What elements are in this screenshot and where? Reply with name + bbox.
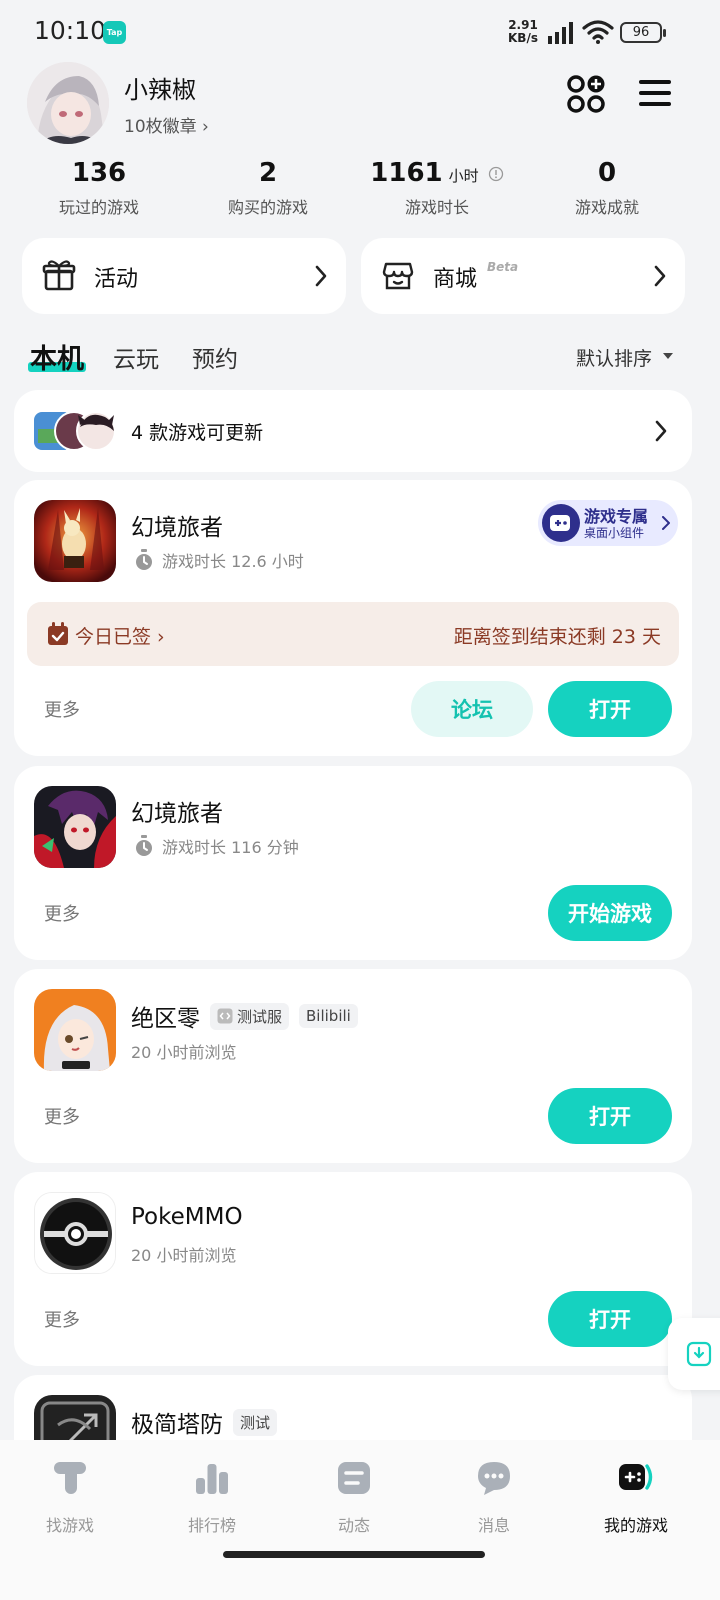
tab-reserve[interactable]: 预约	[192, 340, 238, 374]
nav-ranking[interactable]: 排行榜	[152, 1458, 272, 1536]
avatar[interactable]	[27, 62, 109, 144]
feed-icon	[338, 1462, 370, 1494]
stat-play-time[interactable]: 1161 小时 游戏时长	[352, 158, 522, 218]
game-last-viewed: 20 小时前浏览	[131, 1043, 237, 1062]
message-icon	[478, 1462, 510, 1495]
chevron-right-icon	[654, 265, 666, 287]
open-button[interactable]: 打开	[548, 681, 672, 737]
home-indicator[interactable]	[223, 1551, 485, 1558]
chevron-right-icon	[655, 420, 667, 442]
stat-purchased-games[interactable]: 2 购买的游戏	[183, 158, 353, 218]
test-tag: 测试	[233, 1408, 278, 1436]
open-button[interactable]: 打开	[548, 1088, 672, 1144]
shop-icon	[382, 262, 414, 290]
info-icon[interactable]	[488, 166, 504, 182]
menu-icon[interactable]	[638, 78, 672, 108]
activity-label: 活动	[94, 267, 139, 292]
nav-feed[interactable]: 动态	[294, 1458, 414, 1536]
timer-icon	[136, 835, 152, 856]
stat-played-games[interactable]: 136 玩过的游戏	[14, 158, 184, 218]
game-title: 幻境旅者	[131, 515, 223, 541]
checkin-countdown: 距离签到结束还剩 23 天	[453, 626, 661, 648]
chevron-right-icon	[662, 516, 670, 530]
game-playtime: 游戏时长 12.6 小时	[134, 548, 304, 572]
channel-tag: Bilibili	[299, 1004, 358, 1028]
beta-label: Beta	[487, 260, 519, 274]
activity-card[interactable]: 活动	[22, 238, 346, 314]
shop-card[interactable]: 商城 Beta	[361, 238, 685, 314]
game-card[interactable]: 幻境旅者 游戏时长 116 分钟 更多 开始游戏	[14, 766, 692, 960]
game-title-row: 绝区零 测试服 Bilibili	[131, 999, 358, 1033]
tab-local[interactable]: 本机	[30, 337, 84, 376]
test-server-tag: 测试服	[210, 1002, 290, 1030]
start-game-button[interactable]: 开始游戏	[548, 885, 672, 941]
find-games-icon	[54, 1462, 86, 1494]
update-game-thumbnails	[34, 411, 116, 451]
game-icon[interactable]	[34, 786, 116, 868]
desktop-widget-button[interactable]: 游戏专属 桌面小组件	[538, 500, 678, 546]
more-button[interactable]: 更多	[44, 1103, 80, 1129]
game-title-row: 极简塔防 测试	[131, 1405, 278, 1439]
nav-find-games[interactable]: 找游戏	[10, 1458, 130, 1536]
more-button[interactable]: 更多	[44, 1306, 80, 1332]
game-card[interactable]: PokeMMO 20 小时前浏览 更多 打开	[14, 1172, 692, 1366]
username[interactable]: 小辣椒	[124, 70, 196, 105]
chevron-right-icon	[315, 265, 327, 287]
gift-icon	[42, 260, 76, 291]
forum-button[interactable]: 论坛	[411, 681, 533, 737]
nav-my-games[interactable]: 我的游戏	[576, 1458, 696, 1536]
game-icon[interactable]	[34, 989, 116, 1071]
update-banner[interactable]: 4 款游戏可更新	[14, 390, 692, 472]
open-button[interactable]: 打开	[548, 1291, 672, 1347]
shop-label: 商城	[433, 267, 478, 292]
game-last-viewed: 20 小时前浏览	[131, 1246, 237, 1265]
avatar-image	[27, 62, 109, 144]
game-playtime: 游戏时长 116 分钟	[134, 834, 299, 858]
tab-cloud[interactable]: 云玩	[113, 340, 159, 374]
widget-subtitle: 桌面小组件	[584, 526, 645, 540]
battery-indicator: 96	[620, 22, 666, 43]
game-card[interactable]: 绝区零 测试服 Bilibili 20 小时前浏览 更多 打开	[14, 969, 692, 1163]
more-button[interactable]: 更多	[44, 900, 80, 926]
floating-download-button[interactable]	[668, 1318, 720, 1390]
ranking-icon	[196, 1464, 228, 1494]
status-time: 10:10	[34, 16, 107, 45]
wifi-icon	[582, 20, 614, 44]
my-games-icon	[619, 1464, 653, 1490]
sort-dropdown[interactable]: 默认排序	[576, 344, 652, 371]
game-card[interactable]: 幻境旅者 游戏时长 12.6 小时 游戏专属 桌面小组件 今日已签 › 距离签到…	[14, 480, 692, 756]
signal-icon	[548, 22, 573, 44]
tap-app-icon: Tap	[103, 21, 126, 44]
gamepad-icon	[542, 504, 580, 542]
game-title: PokeMMO	[131, 1204, 243, 1230]
stat-achievements[interactable]: 0 游戏成就	[522, 158, 692, 218]
update-text: 4 款游戏可更新	[131, 422, 264, 444]
calendar-check-icon	[48, 622, 68, 645]
code-icon	[217, 1008, 233, 1024]
badges-link[interactable]: 10枚徽章 ›	[124, 112, 209, 137]
game-icon[interactable]	[34, 500, 116, 582]
download-icon	[686, 1341, 712, 1367]
caret-down-icon	[663, 353, 673, 359]
game-icon[interactable]	[34, 1192, 116, 1274]
timer-icon	[136, 549, 152, 570]
checkin-status: 今日已签 ›	[75, 626, 165, 648]
game-title: 极简塔防	[131, 1412, 223, 1438]
nav-messages[interactable]: 消息	[434, 1458, 554, 1536]
network-speed: 2.91 KB/s	[508, 18, 538, 45]
checkin-banner[interactable]: 今日已签 › 距离签到结束还剩 23 天	[27, 602, 679, 666]
game-title: 幻境旅者	[131, 801, 223, 827]
bottom-nav: 找游戏 排行榜 动态 消息 我的游戏	[0, 1440, 720, 1600]
more-button[interactable]: 更多	[44, 696, 80, 722]
add-apps-icon[interactable]	[566, 74, 606, 114]
game-title: 绝区零	[131, 1006, 200, 1032]
